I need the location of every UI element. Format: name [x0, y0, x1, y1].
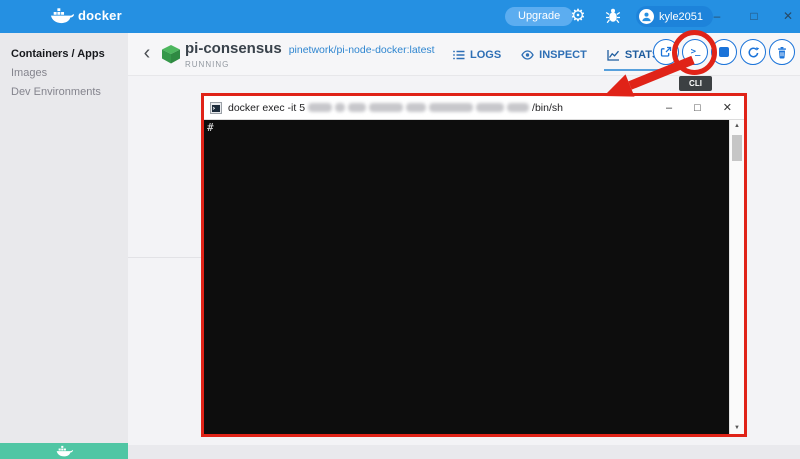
sidebar-item-containers-apps[interactable]: Containers / Apps: [0, 45, 128, 64]
terminal-title-suffix: /bin/sh: [532, 101, 563, 114]
sidebar-item-dev-environments[interactable]: Dev Environments: [0, 83, 128, 102]
terminal-screen[interactable]: #: [204, 120, 729, 434]
tab-logs-label: LOGS: [470, 48, 502, 61]
container-name: pi-consensus: [185, 40, 282, 57]
container-icon: [161, 44, 181, 69]
maximize-button[interactable]: □: [746, 9, 762, 23]
upgrade-button[interactable]: Upgrade: [505, 7, 574, 26]
tab-inspect-label: INSPECT: [539, 48, 587, 61]
user-account-button[interactable]: kyle2051: [636, 6, 714, 27]
sidebar: Containers / Apps Images Dev Environment…: [0, 33, 128, 459]
logo-wordmark: docker: [78, 8, 122, 23]
settings-gear-icon[interactable]: ⚙: [567, 5, 589, 27]
terminal-scrollbar[interactable]: ▲ ▼: [729, 120, 744, 434]
scroll-thumb[interactable]: [732, 135, 742, 161]
tab-inspect[interactable]: INSPECT: [521, 33, 587, 76]
content-gridline: [128, 257, 208, 258]
stop-square-icon: [719, 47, 729, 57]
terminal-window: docker exec -it 5/bin/sh – □ ✕ # ▲ ▼: [201, 93, 747, 437]
terminal-title-prefix: docker exec -it 5: [228, 101, 306, 114]
docker-desktop-window: docker Upgrade ⚙ kyle2051 – □ ✕ Containe…: [0, 0, 800, 459]
app-titlebar: docker Upgrade ⚙ kyle2051 – □ ✕: [0, 0, 800, 33]
sidebar-footer: [0, 443, 128, 459]
container-status: RUNNING: [185, 60, 230, 69]
red-circle-annotation: [672, 30, 717, 75]
scroll-down-button[interactable]: ▼: [730, 425, 744, 431]
sidebar-item-images[interactable]: Images: [0, 64, 128, 83]
logs-list-icon: [453, 50, 465, 59]
scroll-up-button[interactable]: ▲: [730, 123, 744, 129]
docker-logo: docker: [50, 7, 122, 24]
redacted-container-id: [308, 103, 530, 113]
inspect-eye-icon: [521, 49, 534, 60]
delete-button[interactable]: [769, 39, 795, 65]
minimize-button[interactable]: –: [709, 9, 725, 23]
tab-logs[interactable]: LOGS: [453, 33, 501, 76]
container-title-block: pi-consensus pinetwork/pi-node-docker:la…: [185, 40, 435, 69]
bug-report-icon[interactable]: [604, 7, 622, 30]
username-label: kyle2051: [659, 10, 704, 23]
shell-prompt: #: [207, 121, 214, 134]
footer-strip: [128, 445, 800, 459]
back-button[interactable]: ‹: [140, 41, 154, 65]
whale-footer-icon: [56, 445, 73, 457]
terminal-title: docker exec -it 5/bin/sh: [228, 102, 563, 114]
whale-icon: [50, 8, 74, 24]
cli-tooltip: CLI: [679, 76, 712, 91]
avatar: [639, 9, 654, 24]
close-button[interactable]: ✕: [780, 9, 796, 23]
trash-icon: [778, 46, 786, 59]
restart-arrow-icon: [747, 46, 759, 57]
restart-button[interactable]: [740, 39, 766, 65]
container-image-link[interactable]: pinetwork/pi-node-docker:latest: [289, 44, 435, 56]
terminal-close-button[interactable]: ✕: [723, 96, 732, 120]
console-window-icon: [210, 101, 222, 114]
